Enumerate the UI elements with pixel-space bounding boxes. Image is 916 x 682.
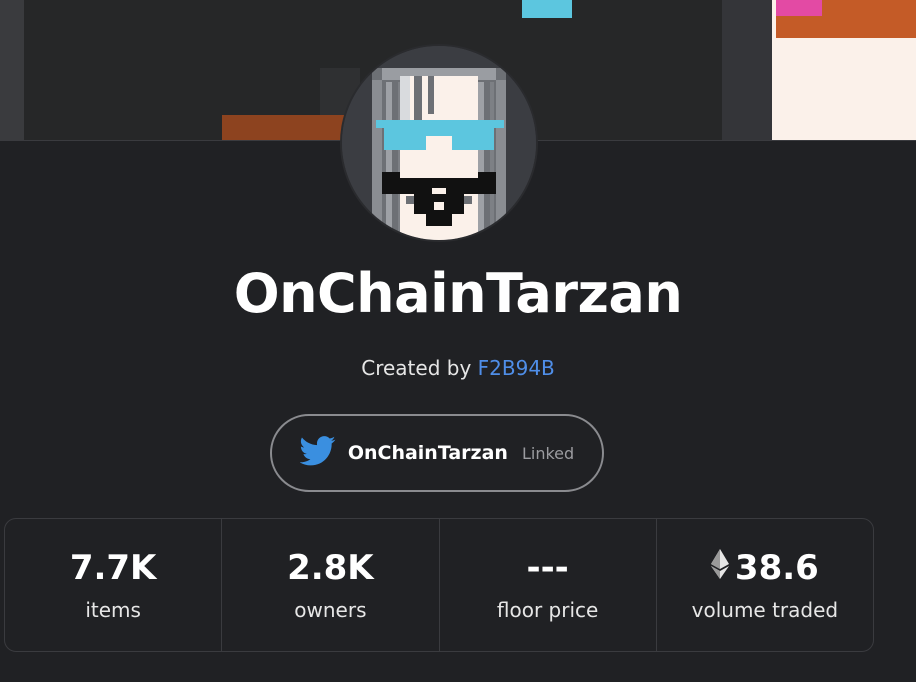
collection-avatar [342,46,536,240]
ethereum-icon [710,548,729,588]
banner-art-block [222,115,352,140]
twitter-icon [299,436,336,470]
stat-owners: 2.8K owners [222,519,440,651]
stat-items: 7.7K items [5,519,223,651]
stat-label: owners [294,598,367,622]
collection-stats: 7.7K items 2.8K owners --- floor price 3… [4,518,874,652]
created-by-line: Created by F2B94B [0,356,916,380]
twitter-link-pill[interactable]: OnChainTarzan Linked [270,414,604,492]
banner-art-block [522,0,572,18]
banner-art-block [722,0,772,140]
stat-value: --- [526,548,569,588]
stat-label: volume traded [691,598,839,622]
stat-value: 38.6 [734,548,819,588]
stat-floor-price: --- floor price [440,519,657,651]
twitter-handle: OnChainTarzan [347,442,508,464]
stat-value: 7.7K [69,548,157,588]
linked-status: Linked [521,443,575,463]
stat-label: items [85,598,141,622]
stat-label: floor price [496,598,599,622]
banner-art-block [0,0,24,140]
pixel-avatar-image [342,46,536,240]
stat-volume-traded: 38.6 volume traded [657,519,873,651]
creator-link[interactable]: F2B94B [478,356,555,380]
stat-value: 2.8K [287,548,374,588]
banner-art-block [776,0,822,16]
created-by-label: Created by [361,356,472,380]
collection-title: OnChainTarzan [233,262,683,325]
